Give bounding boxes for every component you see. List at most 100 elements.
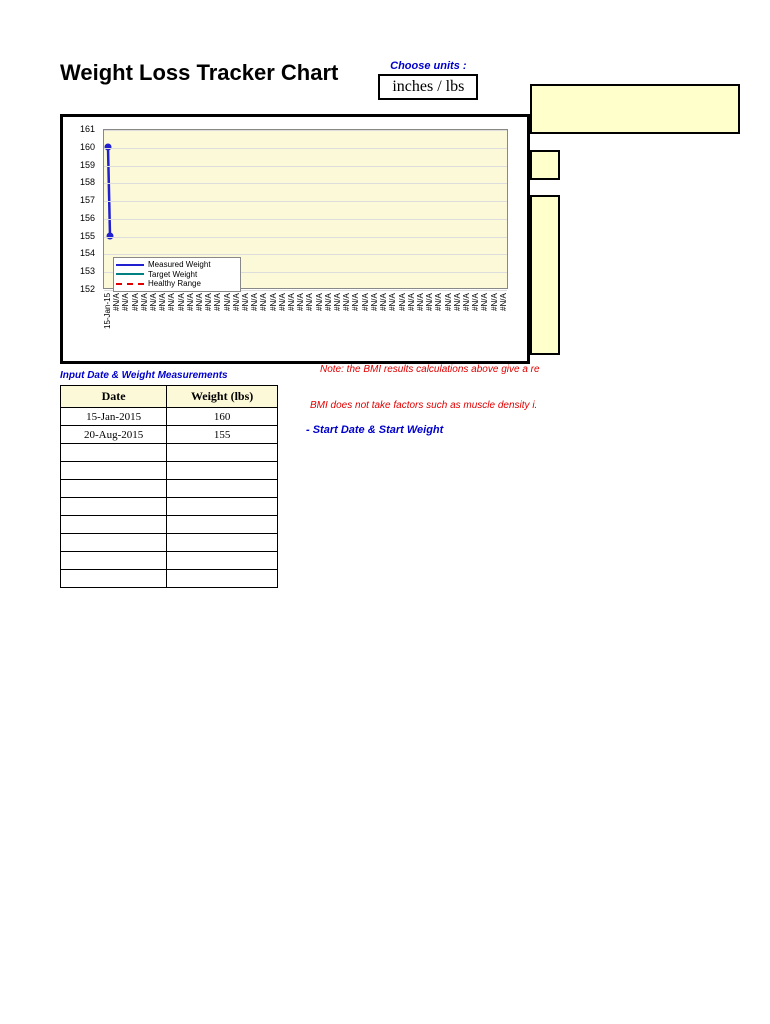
x-tick: #N/A — [232, 293, 241, 353]
y-tick: 159 — [80, 160, 95, 170]
x-tick: #N/A — [499, 293, 508, 353]
y-tick: 152 — [80, 284, 95, 294]
x-tick: #N/A — [480, 293, 489, 353]
cell-date[interactable]: 20-Aug-2015 — [61, 426, 167, 444]
info-box-3 — [530, 195, 560, 355]
table-row[interactable] — [61, 462, 278, 480]
y-tick: 158 — [80, 177, 95, 187]
cell-date[interactable] — [61, 498, 167, 516]
y-tick: 157 — [80, 195, 95, 205]
bmi-note-1: Note: the BMI results calculations above… — [320, 364, 540, 375]
table-row[interactable] — [61, 516, 278, 534]
x-tick: #N/A — [269, 293, 278, 353]
table-row[interactable]: 20-Aug-2015155 — [61, 426, 278, 444]
x-tick: #N/A — [186, 293, 195, 353]
cell-date[interactable] — [61, 516, 167, 534]
info-box-2 — [530, 150, 560, 180]
chart-legend: Measured Weight Target Weight Healthy Ra… — [113, 257, 241, 292]
cell-date[interactable] — [61, 462, 167, 480]
page-title: Weight Loss Tracker Chart — [60, 60, 338, 86]
x-tick: #N/A — [462, 293, 471, 353]
legend-healthy: Healthy Range — [148, 279, 201, 289]
x-tick: #N/A — [351, 293, 360, 353]
x-tick: #N/A — [315, 293, 324, 353]
weight-chart: 152 153 154 155 156 157 158 159 160 161 Measured … — [60, 114, 530, 364]
x-axis-ticks: 15-Jan-15#N/A#N/A#N/A#N/A#N/A#N/A#N/A#N/… — [103, 293, 508, 353]
x-tick: #N/A — [140, 293, 149, 353]
cell-date[interactable] — [61, 570, 167, 588]
y-tick: 161 — [80, 124, 95, 134]
cell-weight[interactable] — [167, 570, 278, 588]
cell-weight[interactable] — [167, 480, 278, 498]
x-tick: #N/A — [398, 293, 407, 353]
cell-date[interactable] — [61, 552, 167, 570]
x-tick: #N/A — [305, 293, 314, 353]
col-weight: Weight (lbs) — [167, 386, 278, 408]
x-tick: #N/A — [407, 293, 416, 353]
x-tick: #N/A — [361, 293, 370, 353]
table-row[interactable] — [61, 498, 278, 516]
x-tick: #N/A — [388, 293, 397, 353]
x-tick: #N/A — [278, 293, 287, 353]
cell-date[interactable] — [61, 480, 167, 498]
table-row[interactable] — [61, 570, 278, 588]
bmi-note-2: BMI does not take factors such as muscle… — [310, 400, 537, 411]
y-tick: 153 — [80, 266, 95, 276]
x-tick: #N/A — [204, 293, 213, 353]
cell-date[interactable] — [61, 444, 167, 462]
x-tick: #N/A — [444, 293, 453, 353]
x-tick: #N/A — [416, 293, 425, 353]
x-tick: #N/A — [333, 293, 342, 353]
y-tick: 154 — [80, 248, 95, 258]
legend-target: Target Weight — [148, 270, 197, 280]
x-tick: #N/A — [379, 293, 388, 353]
x-tick: #N/A — [370, 293, 379, 353]
x-tick: #N/A — [287, 293, 296, 353]
measurements-table: Date Weight (lbs) 15-Jan-201516020-Aug-2… — [60, 385, 278, 588]
x-tick: #N/A — [324, 293, 333, 353]
info-box-1 — [530, 84, 740, 134]
x-tick: #N/A — [342, 293, 351, 353]
col-date: Date — [61, 386, 167, 408]
x-tick: 15-Jan-15 — [103, 293, 112, 353]
table-row[interactable] — [61, 480, 278, 498]
cell-weight[interactable] — [167, 444, 278, 462]
x-tick: #N/A — [425, 293, 434, 353]
x-tick: #N/A — [112, 293, 121, 353]
start-date-hint: - Start Date & Start Weight — [306, 424, 443, 436]
units-select[interactable]: inches / lbs — [378, 74, 478, 100]
cell-weight[interactable] — [167, 534, 278, 552]
legend-measured: Measured Weight — [148, 260, 211, 270]
x-tick: #N/A — [167, 293, 176, 353]
cell-weight[interactable] — [167, 498, 278, 516]
y-tick: 160 — [80, 142, 95, 152]
x-tick: #N/A — [296, 293, 305, 353]
cell-weight[interactable]: 155 — [167, 426, 278, 444]
cell-weight[interactable] — [167, 462, 278, 480]
cell-weight[interactable] — [167, 552, 278, 570]
cell-date[interactable] — [61, 534, 167, 552]
x-tick: #N/A — [131, 293, 140, 353]
y-tick: 156 — [80, 213, 95, 223]
x-tick: #N/A — [241, 293, 250, 353]
cell-weight[interactable] — [167, 516, 278, 534]
x-tick: #N/A — [453, 293, 462, 353]
x-tick: #N/A — [213, 293, 222, 353]
x-tick: #N/A — [121, 293, 130, 353]
x-tick: #N/A — [250, 293, 259, 353]
x-tick: #N/A — [490, 293, 499, 353]
x-tick: #N/A — [195, 293, 204, 353]
cell-date[interactable]: 15-Jan-2015 — [61, 408, 167, 426]
table-row[interactable] — [61, 444, 278, 462]
x-tick: #N/A — [223, 293, 232, 353]
x-tick: #N/A — [434, 293, 443, 353]
units-label: Choose units : — [378, 60, 478, 72]
x-tick: #N/A — [259, 293, 268, 353]
x-tick: #N/A — [471, 293, 480, 353]
table-row[interactable]: 15-Jan-2015160 — [61, 408, 278, 426]
x-tick: #N/A — [158, 293, 167, 353]
cell-weight[interactable]: 160 — [167, 408, 278, 426]
y-tick: 155 — [80, 231, 95, 241]
table-row[interactable] — [61, 552, 278, 570]
table-row[interactable] — [61, 534, 278, 552]
